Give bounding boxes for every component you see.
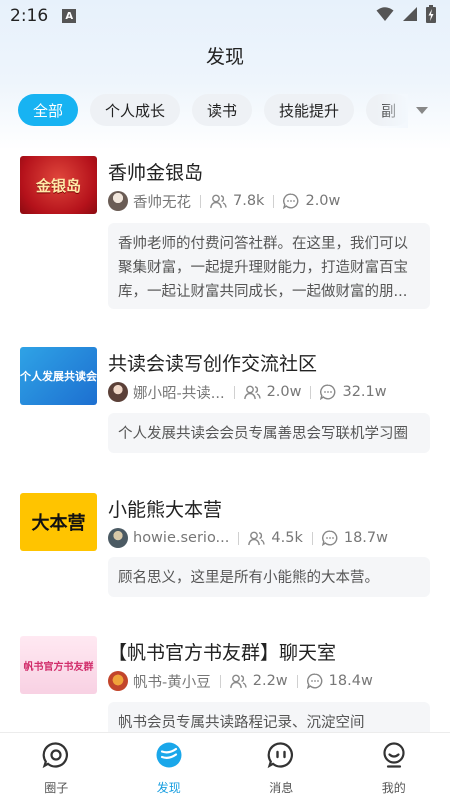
message-icon — [267, 741, 295, 773]
bottom-navigation: 圈子 发现 消息 我的 — [0, 732, 450, 800]
owner-name: 帆书-黄小豆 — [133, 674, 211, 691]
avatar — [108, 382, 128, 402]
member-count: 4.5k — [271, 530, 303, 546]
group-title: 香帅金银岛 — [108, 162, 204, 184]
signal-icon — [402, 6, 418, 26]
group-cover: 金银岛 — [20, 156, 97, 214]
nav-label: 圈子 — [44, 781, 69, 795]
post-count: 18.4w — [328, 673, 373, 689]
group-description: 个人发展共读会会员专属善思会写联机学习圈 — [108, 413, 430, 453]
divider — [233, 385, 235, 399]
group-cover: 个人发展共读会 — [20, 347, 97, 405]
discover-icon — [155, 741, 183, 773]
avatar — [108, 528, 128, 548]
posts-icon — [320, 384, 336, 400]
category-tabs: 全部 个人成长 读书 技能提升 副 — [18, 94, 408, 128]
member-count: 7.8k — [233, 193, 265, 209]
member-count: 2.2w — [252, 673, 288, 689]
group-title: 小能熊大本营 — [108, 499, 223, 521]
tabs-fade — [376, 94, 408, 128]
divider — [296, 674, 298, 688]
list-item[interactable]: 大本营 小能熊大本营 howie.serio... 4.5k 18.7w 顾名思… — [0, 487, 450, 607]
owner-name: 香帅无花 — [133, 194, 191, 211]
group-meta: 娜小昭-共读... 2.0w 32.1w — [108, 381, 387, 403]
tab-skills[interactable]: 技能提升 — [264, 94, 355, 126]
posts-icon — [321, 530, 338, 546]
group-meta: 帆书-黄小豆 2.2w 18.4w — [108, 670, 373, 692]
group-cover: 大本营 — [20, 493, 97, 551]
list-item[interactable]: 金银岛 香帅金银岛 香帅无花 7.8k 2.0w 香帅老师的付费问答社群。在这里… — [0, 150, 450, 320]
owner-name: 娜小昭-共读... — [133, 385, 225, 402]
nav-messages[interactable]: 消息 — [225, 733, 338, 800]
profile-icon — [380, 741, 408, 773]
group-description: 顾名思义，这里是所有小能熊的大本营。 — [108, 557, 430, 597]
members-icon — [229, 674, 247, 689]
tab-personal-growth[interactable]: 个人成长 — [90, 94, 181, 126]
nav-profile[interactable]: 我的 — [338, 733, 450, 800]
members-icon — [210, 194, 227, 209]
post-count: 2.0w — [305, 193, 341, 209]
battery-icon — [426, 5, 436, 27]
divider — [238, 531, 240, 545]
members-icon — [248, 531, 266, 546]
status-time: 2:16 — [10, 6, 49, 26]
group-title: 共读会读写创作交流社区 — [108, 353, 318, 375]
members-icon — [243, 385, 261, 400]
notification-a-icon: A — [62, 9, 77, 23]
member-count: 2.0w — [266, 384, 302, 400]
divider — [200, 194, 201, 208]
divider — [219, 674, 221, 688]
group-description: 帆书会员专属共读路程记录、沉淀空间 — [108, 702, 430, 732]
status-bar: 2:16 A — [0, 0, 450, 32]
page-title: 发现 — [205, 46, 244, 68]
tab-all[interactable]: 全部 — [18, 94, 79, 126]
divider — [311, 531, 313, 545]
group-description: 香帅老师的付费问答社群。在这里，我们可以聚集财富，一起提升理财能力，打造财富百宝… — [108, 223, 430, 309]
wifi-icon — [376, 6, 394, 26]
group-meta: howie.serio... 4.5k 18.7w — [108, 527, 388, 549]
divider — [273, 194, 275, 208]
avatar — [108, 191, 128, 211]
nav-circles[interactable]: 圈子 — [0, 733, 113, 800]
nav-discover[interactable]: 发现 — [113, 733, 226, 800]
posts-icon — [306, 673, 323, 689]
owner-name: howie.serio... — [133, 530, 230, 546]
nav-label: 消息 — [269, 781, 294, 795]
list-item[interactable]: 帆书官方书友群 【帆书官方书友群】聊天室 帆书-黄小豆 2.2w 18.4w 帆… — [0, 630, 450, 732]
avatar — [108, 671, 128, 691]
nav-label: 发现 — [156, 781, 181, 795]
status-icons — [376, 5, 436, 27]
circle-chat-icon — [42, 741, 70, 773]
divider — [310, 385, 312, 399]
posts-icon — [283, 193, 299, 209]
group-list: 金银岛 香帅金银岛 香帅无花 7.8k 2.0w 香帅老师的付费问答社群。在这里… — [0, 150, 450, 732]
group-meta: 香帅无花 7.8k 2.0w — [108, 190, 340, 212]
group-title: 【帆书官方书友群】聊天室 — [108, 642, 337, 664]
expand-tabs-icon[interactable] — [413, 102, 431, 120]
group-cover: 帆书官方书友群 — [20, 636, 97, 694]
post-count: 32.1w — [342, 384, 387, 400]
nav-label: 我的 — [381, 781, 406, 795]
post-count: 18.7w — [343, 530, 389, 546]
tab-reading[interactable]: 读书 — [192, 94, 253, 126]
list-item[interactable]: 个人发展共读会 共读会读写创作交流社区 娜小昭-共读... 2.0w 32.1w… — [0, 341, 450, 461]
